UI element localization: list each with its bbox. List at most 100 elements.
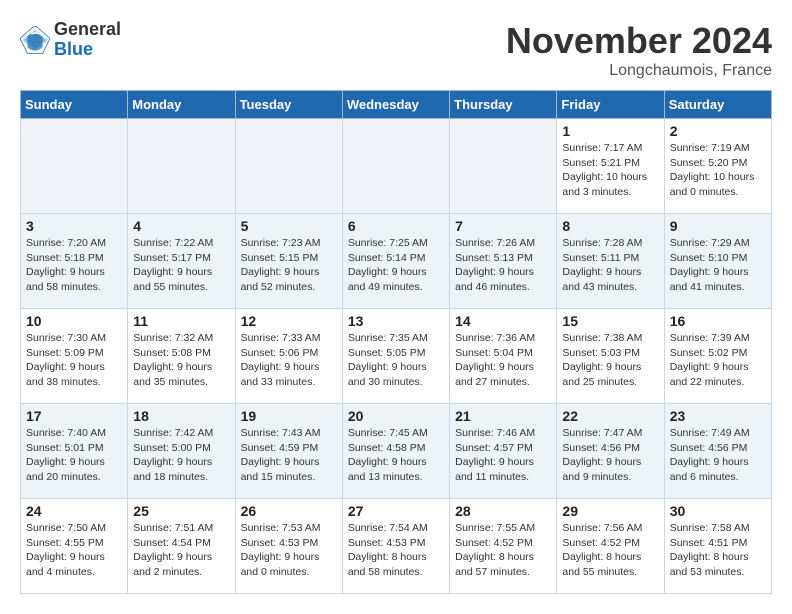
weekday-header-sunday: Sunday: [21, 91, 128, 119]
day-info: Sunrise: 7:58 AM Sunset: 4:51 PM Dayligh…: [670, 521, 766, 580]
day-number: 26: [241, 503, 337, 519]
calendar-day-cell: 21Sunrise: 7:46 AM Sunset: 4:57 PM Dayli…: [450, 404, 557, 499]
calendar-day-cell: 26 Sunrise: 7:53 AM Sunset: 4:53 PM Dayli…: [235, 499, 342, 594]
day-number: 7: [455, 218, 551, 234]
day-number: 5: [241, 218, 337, 234]
day-info: Sunrise: 7:39 AM Sunset: 5:02 PM Dayligh…: [670, 331, 766, 390]
day-number: 6: [348, 218, 444, 234]
day-number: 13: [348, 313, 444, 329]
weekday-header-monday: Monday: [128, 91, 235, 119]
calendar-day-cell: 29 Sunrise: 7:56 AM Sunset: 4:52 PM Dayli…: [557, 499, 664, 594]
day-number: 27: [348, 503, 444, 519]
day-info: Sunrise: 7:40 AM Sunset: 5:01 PM Dayligh…: [26, 426, 122, 485]
calendar-day-cell: 16 Sunrise: 7:39 AM Sunset: 5:02 PM Dayli…: [664, 309, 771, 404]
header: General Blue November 2024 Longchaumois,…: [20, 20, 772, 80]
day-number: 29: [562, 503, 658, 519]
weekday-header-wednesday: Wednesday: [342, 91, 449, 119]
calendar-empty-cell: [450, 119, 557, 214]
day-number: 2: [670, 123, 766, 139]
calendar-day-cell: 25 Sunrise: 7:51 AM Sunset: 4:54 PM Dayli…: [128, 499, 235, 594]
day-number: 1: [562, 123, 658, 139]
calendar-day-cell: 22 Sunrise: 7:47 AM Sunset: 4:56 PM Dayli…: [557, 404, 664, 499]
logo: General Blue: [20, 20, 121, 60]
day-info: Sunrise: 7:32 AM Sunset: 5:08 PM Dayligh…: [133, 331, 229, 390]
day-info: Sunrise: 7:38 AM Sunset: 5:03 PM Dayligh…: [562, 331, 658, 390]
calendar-day-cell: 8Sunrise: 7:28 AM Sunset: 5:11 PM Daylig…: [557, 214, 664, 309]
calendar-day-cell: 23Sunrise: 7:49 AM Sunset: 4:56 PM Dayli…: [664, 404, 771, 499]
weekday-header-friday: Friday: [557, 91, 664, 119]
calendar-day-cell: 30 Sunrise: 7:58 AM Sunset: 4:51 PM Dayli…: [664, 499, 771, 594]
day-number: 25: [133, 503, 229, 519]
calendar-day-cell: 3 Sunrise: 7:20 AM Sunset: 5:18 PM Daylig…: [21, 214, 128, 309]
calendar-day-cell: 17 Sunrise: 7:40 AM Sunset: 5:01 PM Dayli…: [21, 404, 128, 499]
day-info: Sunrise: 7:47 AM Sunset: 4:56 PM Dayligh…: [562, 426, 658, 485]
logo-blue-text: Blue: [54, 40, 121, 60]
calendar-week-row: 24 Sunrise: 7:50 AM Sunset: 4:55 PM Dayli…: [21, 499, 772, 594]
calendar-day-cell: 20 Sunrise: 7:45 AM Sunset: 4:58 PM Dayli…: [342, 404, 449, 499]
day-number: 22: [562, 408, 658, 424]
calendar-day-cell: 2Sunrise: 7:19 AM Sunset: 5:20 PM Daylig…: [664, 119, 771, 214]
calendar-week-row: 17 Sunrise: 7:40 AM Sunset: 5:01 PM Dayli…: [21, 404, 772, 499]
logo-general-text: General: [54, 20, 121, 40]
day-info: Sunrise: 7:30 AM Sunset: 5:09 PM Dayligh…: [26, 331, 122, 390]
day-info: Sunrise: 7:54 AM Sunset: 4:53 PM Dayligh…: [348, 521, 444, 580]
calendar-day-cell: 27 Sunrise: 7:54 AM Sunset: 4:53 PM Dayli…: [342, 499, 449, 594]
calendar-day-cell: 7Sunrise: 7:26 AM Sunset: 5:13 PM Daylig…: [450, 214, 557, 309]
logo-text: General Blue: [54, 20, 121, 60]
day-info: Sunrise: 7:22 AM Sunset: 5:17 PM Dayligh…: [133, 236, 229, 295]
day-number: 17: [26, 408, 122, 424]
day-info: Sunrise: 7:55 AM Sunset: 4:52 PM Dayligh…: [455, 521, 551, 580]
location-subtitle: Longchaumois, France: [506, 62, 772, 80]
day-info: Sunrise: 7:45 AM Sunset: 4:58 PM Dayligh…: [348, 426, 444, 485]
day-number: 18: [133, 408, 229, 424]
calendar-day-cell: 9Sunrise: 7:29 AM Sunset: 5:10 PM Daylig…: [664, 214, 771, 309]
weekday-header-thursday: Thursday: [450, 91, 557, 119]
calendar-day-cell: 18 Sunrise: 7:42 AM Sunset: 5:00 PM Dayli…: [128, 404, 235, 499]
day-info: Sunrise: 7:23 AM Sunset: 5:15 PM Dayligh…: [241, 236, 337, 295]
day-info: Sunrise: 7:56 AM Sunset: 4:52 PM Dayligh…: [562, 521, 658, 580]
day-info: Sunrise: 7:33 AM Sunset: 5:06 PM Dayligh…: [241, 331, 337, 390]
day-number: 14: [455, 313, 551, 329]
day-number: 3: [26, 218, 122, 234]
day-number: 8: [562, 218, 658, 234]
calendar-day-cell: 12 Sunrise: 7:33 AM Sunset: 5:06 PM Dayli…: [235, 309, 342, 404]
day-number: 19: [241, 408, 337, 424]
day-number: 28: [455, 503, 551, 519]
day-info: Sunrise: 7:25 AM Sunset: 5:14 PM Dayligh…: [348, 236, 444, 295]
calendar-day-cell: 13 Sunrise: 7:35 AM Sunset: 5:05 PM Dayli…: [342, 309, 449, 404]
day-number: 30: [670, 503, 766, 519]
day-number: 24: [26, 503, 122, 519]
calendar-week-row: 10 Sunrise: 7:30 AM Sunset: 5:09 PM Dayli…: [21, 309, 772, 404]
day-info: Sunrise: 7:50 AM Sunset: 4:55 PM Dayligh…: [26, 521, 122, 580]
calendar-day-cell: 5 Sunrise: 7:23 AM Sunset: 5:15 PM Daylig…: [235, 214, 342, 309]
day-info: Sunrise: 7:49 AM Sunset: 4:56 PM Dayligh…: [670, 426, 766, 485]
day-number: 12: [241, 313, 337, 329]
calendar-day-cell: 15 Sunrise: 7:38 AM Sunset: 5:03 PM Dayli…: [557, 309, 664, 404]
calendar-empty-cell: [235, 119, 342, 214]
calendar-day-cell: 6 Sunrise: 7:25 AM Sunset: 5:14 PM Daylig…: [342, 214, 449, 309]
calendar-day-cell: 1 Sunrise: 7:17 AM Sunset: 5:21 PM Daylig…: [557, 119, 664, 214]
day-info: Sunrise: 7:53 AM Sunset: 4:53 PM Dayligh…: [241, 521, 337, 580]
calendar-day-cell: 14Sunrise: 7:36 AM Sunset: 5:04 PM Dayli…: [450, 309, 557, 404]
day-info: Sunrise: 7:42 AM Sunset: 5:00 PM Dayligh…: [133, 426, 229, 485]
day-info: Sunrise: 7:51 AM Sunset: 4:54 PM Dayligh…: [133, 521, 229, 580]
day-number: 16: [670, 313, 766, 329]
calendar-day-cell: 24 Sunrise: 7:50 AM Sunset: 4:55 PM Dayli…: [21, 499, 128, 594]
day-number: 20: [348, 408, 444, 424]
day-info: Sunrise: 7:20 AM Sunset: 5:18 PM Dayligh…: [26, 236, 122, 295]
day-info: Sunrise: 7:35 AM Sunset: 5:05 PM Dayligh…: [348, 331, 444, 390]
day-info: Sunrise: 7:17 AM Sunset: 5:21 PM Dayligh…: [562, 141, 658, 200]
weekday-header-tuesday: Tuesday: [235, 91, 342, 119]
calendar-empty-cell: [21, 119, 128, 214]
calendar-table: SundayMondayTuesdayWednesdayThursdayFrid…: [20, 90, 772, 594]
calendar-week-row: 1 Sunrise: 7:17 AM Sunset: 5:21 PM Daylig…: [21, 119, 772, 214]
day-number: 21: [455, 408, 551, 424]
calendar-empty-cell: [342, 119, 449, 214]
day-info: Sunrise: 7:43 AM Sunset: 4:59 PM Dayligh…: [241, 426, 337, 485]
calendar-day-cell: 28 Sunrise: 7:55 AM Sunset: 4:52 PM Dayli…: [450, 499, 557, 594]
calendar-day-cell: 4Sunrise: 7:22 AM Sunset: 5:17 PM Daylig…: [128, 214, 235, 309]
logo-icon: [20, 25, 50, 55]
day-number: 9: [670, 218, 766, 234]
day-number: 15: [562, 313, 658, 329]
day-number: 10: [26, 313, 122, 329]
